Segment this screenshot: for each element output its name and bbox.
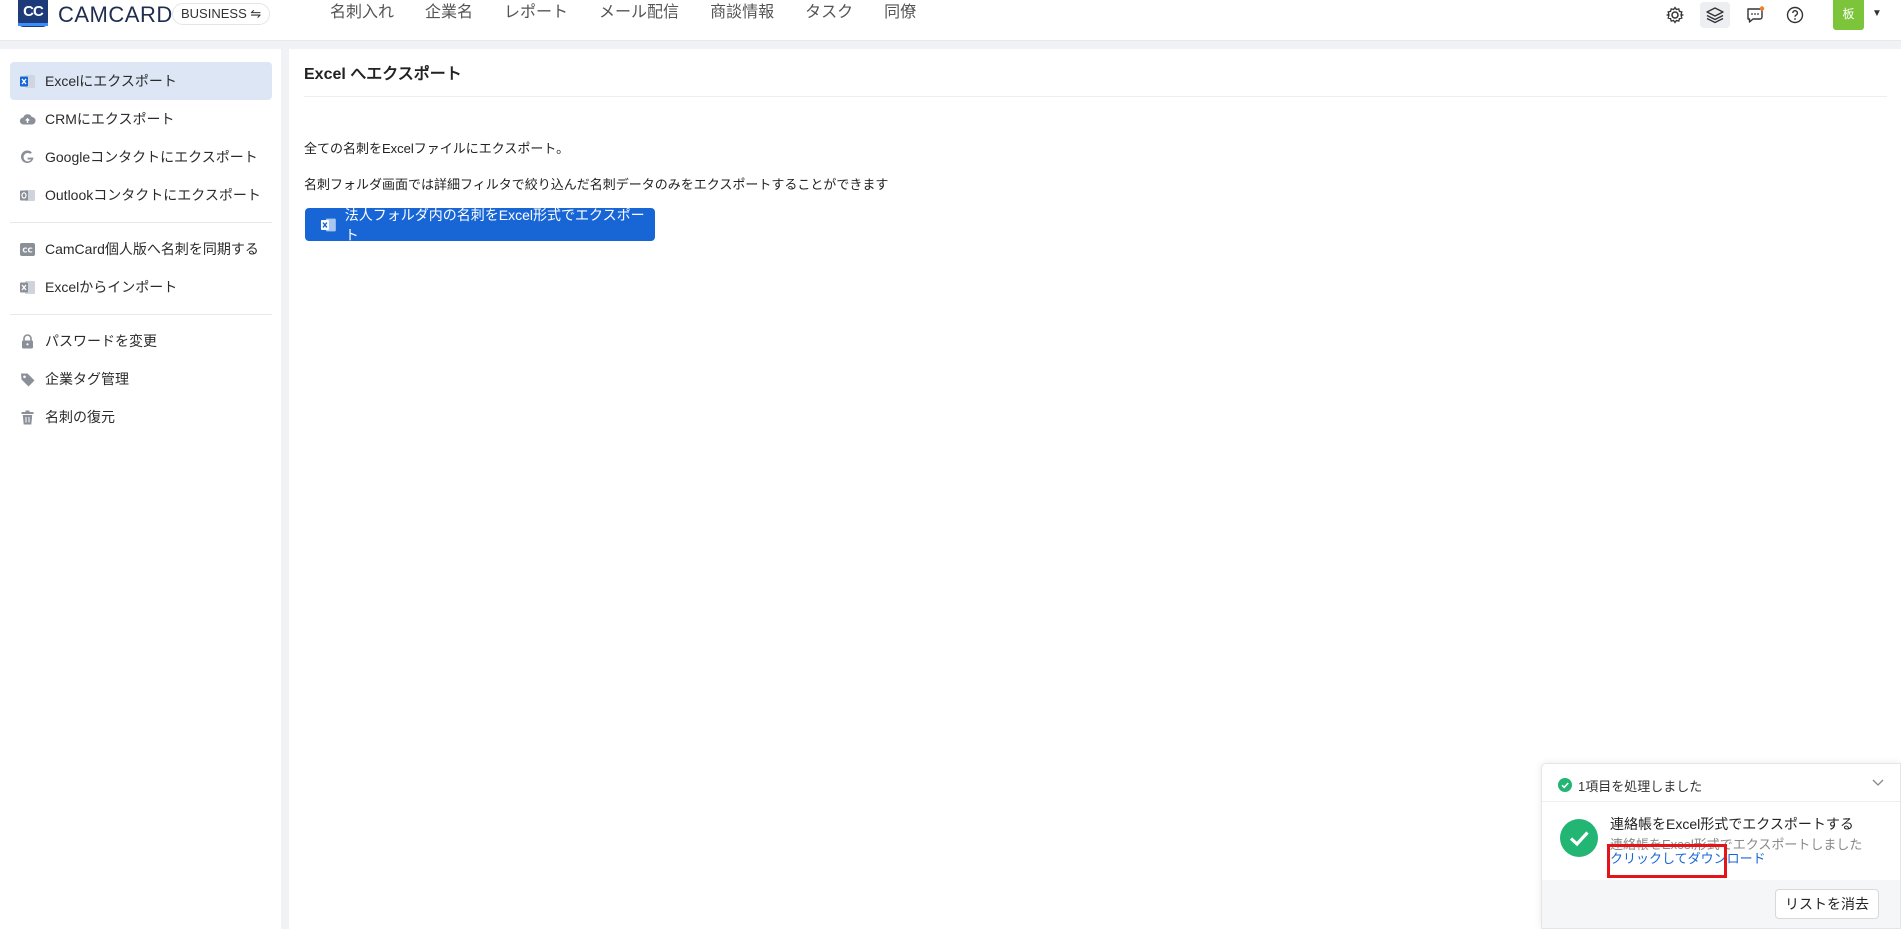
export-button-label: 法人フォルダ内の名刺をExcel形式でエクスポート	[344, 206, 645, 243]
logo-underline	[18, 23, 48, 26]
nav-colleagues[interactable]: 同僚	[884, 3, 916, 23]
trash-icon	[18, 408, 36, 426]
sidebar-item-crm-export[interactable]: CRMにエクスポート	[10, 100, 272, 138]
tag-icon	[18, 370, 36, 388]
highlight-box	[1607, 844, 1727, 878]
user-avatar[interactable]: 板	[1833, 0, 1864, 30]
layers-icon[interactable]	[1700, 2, 1730, 28]
task-notification-panel: 1項目を処理しました 連絡帳をExcel形式でエクスポートする 連絡帳をExce…	[1541, 763, 1901, 929]
sidebar-divider	[10, 314, 272, 315]
lock-icon	[18, 332, 36, 350]
header-icons	[1660, 2, 1820, 28]
camcard-icon: CC	[18, 240, 36, 258]
excel-import-icon	[18, 278, 36, 296]
check-circle-icon	[1558, 778, 1572, 792]
sidebar-item-label: Outlookコンタクトにエクスポート	[45, 187, 261, 203]
sidebar-item-tag-management[interactable]: 企業タグ管理	[10, 360, 272, 398]
main-nav: 名刺入れ 企業名 レポート メール配信 商談情報 タスク 同僚	[330, 3, 947, 23]
sidebar-item-label: パスワードを変更	[45, 333, 157, 349]
sidebar-item-label: Excelにエクスポート	[45, 73, 177, 89]
brand-name: CAMCARD	[58, 2, 173, 27]
google-icon	[18, 148, 36, 166]
edition-switch[interactable]: BUSINESS ⇋	[172, 3, 271, 25]
cloud-upload-icon	[18, 110, 36, 128]
nav-reports[interactable]: レポート	[504, 3, 568, 23]
title-divider	[304, 96, 1887, 97]
svg-text:CC: CC	[22, 246, 32, 254]
sidebar-item-change-password[interactable]: パスワードを変更	[10, 322, 272, 360]
notification-header[interactable]: 1項目を処理しました	[1542, 764, 1900, 802]
outlook-icon	[18, 186, 36, 204]
sidebar-item-label: 名刺の復元	[45, 409, 115, 425]
excel-icon	[18, 72, 36, 90]
nav-email[interactable]: メール配信	[599, 3, 679, 23]
sidebar: Excelにエクスポート CRMにエクスポート Googleコンタクトにエクスポ…	[0, 49, 281, 929]
sidebar-item-outlook-export[interactable]: Outlookコンタクトにエクスポート	[10, 176, 272, 214]
sidebar-item-label: 企業タグ管理	[45, 371, 129, 387]
sidebar-item-label: Excelからインポート	[45, 279, 178, 295]
help-icon[interactable]	[1780, 2, 1810, 28]
description-line-2: 名刺フォルダ画面では詳細フィルタで絞り込んだ名刺データのみをエクスポートすること…	[304, 177, 889, 192]
success-icon	[1560, 819, 1598, 857]
nav-tasks[interactable]: タスク	[805, 3, 853, 23]
excel-icon	[320, 218, 336, 231]
notification-header-text: 1項目を処理しました	[1578, 779, 1703, 794]
nav-card-holder[interactable]: 名刺入れ	[330, 3, 394, 23]
sidebar-item-label: Googleコンタクトにエクスポート	[45, 149, 258, 165]
sidebar-item-label: CamCard個人版へ名刺を同期する	[45, 241, 259, 257]
sidebar-item-restore-cards[interactable]: 名刺の復元	[10, 398, 272, 436]
nav-deals[interactable]: 商談情報	[710, 3, 774, 23]
top-header: CC CAMCARD BUSINESS ⇋ 名刺入れ 企業名 レポート メール配…	[0, 0, 1901, 41]
logo-text: CC	[23, 3, 44, 20]
notification-title: 連絡帳をExcel形式でエクスポートする	[1610, 816, 1854, 832]
chat-icon[interactable]	[1740, 2, 1770, 28]
notification-footer: リストを消去	[1542, 880, 1900, 928]
sidebar-item-camcard-sync[interactable]: CC CamCard個人版へ名刺を同期する	[10, 230, 272, 268]
page-title: Excel へエクスポート	[304, 66, 462, 83]
sidebar-item-excel-export[interactable]: Excelにエクスポート	[10, 62, 272, 100]
clear-list-button[interactable]: リストを消去	[1775, 889, 1879, 919]
nav-companies[interactable]: 企業名	[425, 3, 473, 23]
sidebar-item-excel-import[interactable]: Excelからインポート	[10, 268, 272, 306]
export-excel-button[interactable]: 法人フォルダ内の名刺をExcel形式でエクスポート	[305, 207, 655, 243]
settings-icon[interactable]	[1660, 2, 1690, 28]
camcard-logo[interactable]: CC	[18, 0, 48, 27]
sidebar-item-google-export[interactable]: Googleコンタクトにエクスポート	[10, 138, 272, 176]
sidebar-item-label: CRMにエクスポート	[45, 111, 175, 127]
description-line-1: 全ての名刺をExcelファイルにエクスポート。	[304, 141, 570, 156]
sidebar-divider	[10, 222, 272, 223]
chevron-down-icon[interactable]	[1870, 774, 1886, 790]
chevron-down-icon[interactable]: ▼	[1872, 8, 1882, 19]
